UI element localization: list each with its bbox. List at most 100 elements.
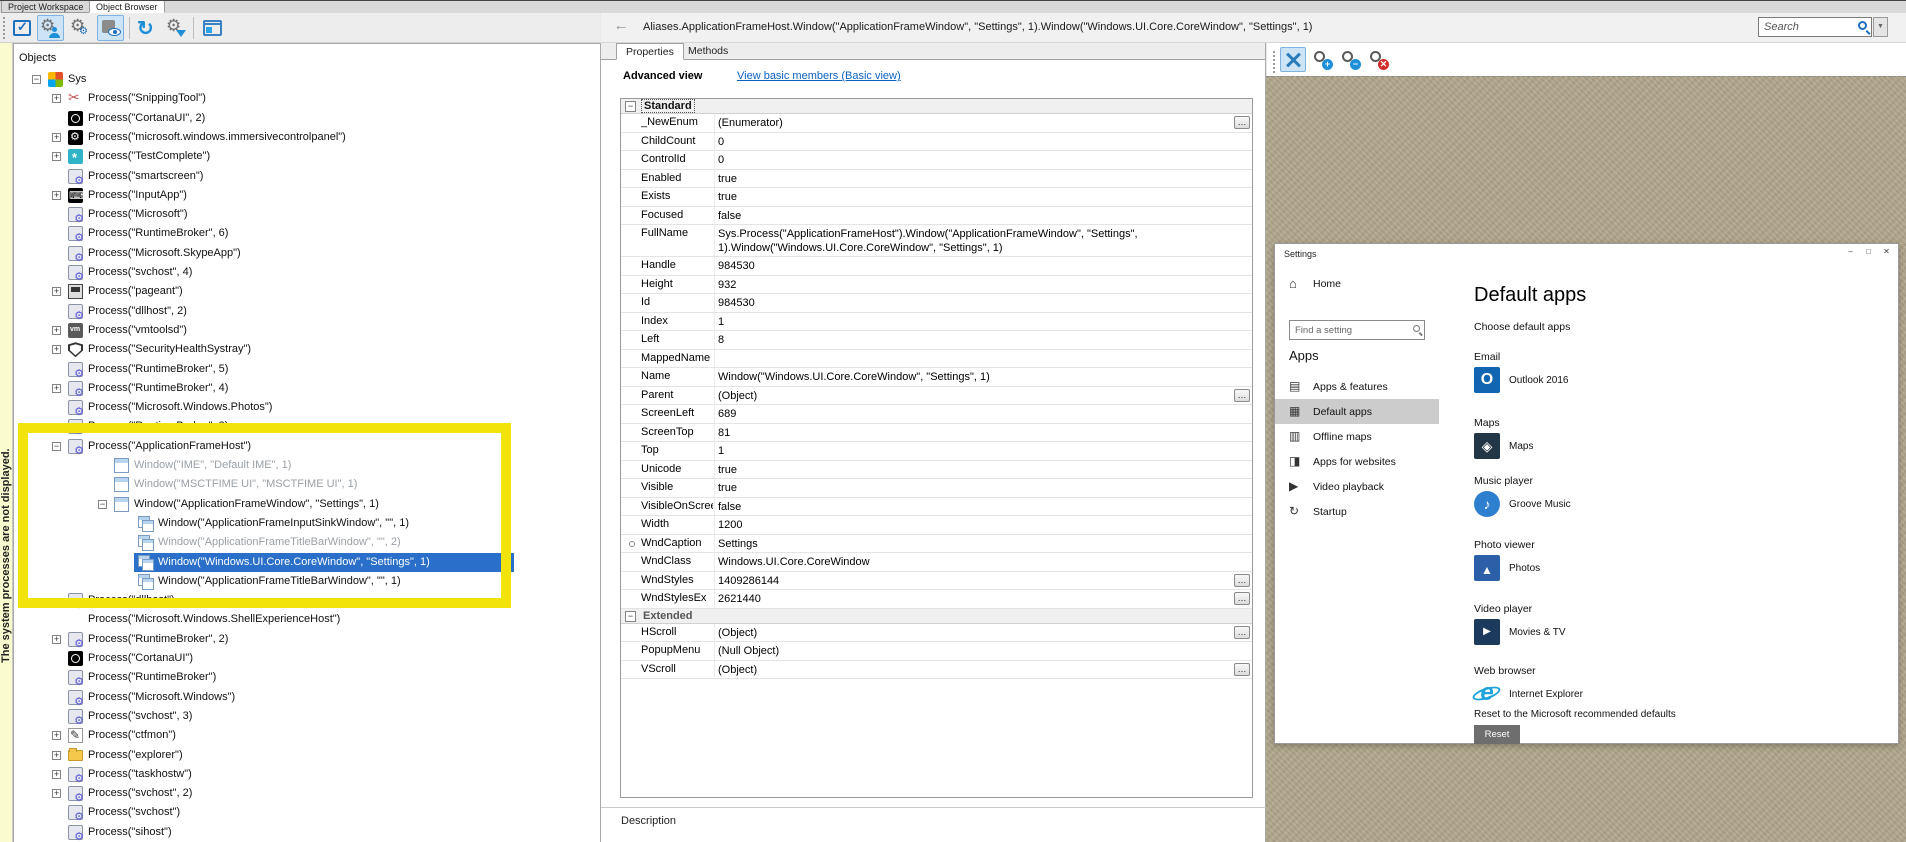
tree-item[interactable]: Process("smartscreen") bbox=[14, 167, 600, 187]
tree-item[interactable]: + Process("InputApp") bbox=[14, 186, 600, 206]
property-row[interactable]: MappedName bbox=[621, 349, 1252, 368]
tree-item[interactable]: + Process("explorer") bbox=[14, 746, 600, 766]
collapse-icon[interactable]: − bbox=[52, 441, 61, 451]
property-row[interactable]: Parent (Object)… bbox=[621, 386, 1252, 405]
property-row[interactable]: Handle 984530 bbox=[621, 257, 1252, 276]
tab-properties[interactable]: Properties bbox=[616, 43, 684, 60]
description-section-label[interactable]: Description bbox=[621, 815, 676, 827]
tree-item[interactable]: − Window("ApplicationFrameWindow", "Setti… bbox=[14, 495, 600, 515]
property-row[interactable]: WndStyles 1409286144… bbox=[621, 571, 1252, 590]
tree-item[interactable]: Window("MSCTFIME UI", "MSCTFIME UI", 1) bbox=[14, 475, 600, 495]
tree-item[interactable]: Process("Microsoft.Windows") bbox=[14, 688, 600, 708]
property-row[interactable]: _NewEnum (Enumerator)… bbox=[621, 114, 1252, 133]
property-row[interactable]: Exists true bbox=[621, 188, 1252, 207]
tree-item[interactable]: Process("svchost", 4) bbox=[14, 263, 600, 283]
search-input[interactable]: Search bbox=[1758, 17, 1872, 37]
property-row[interactable]: WndStylesEx 2621440… bbox=[621, 590, 1252, 609]
ellipsis-button[interactable]: … bbox=[1234, 388, 1250, 402]
tree-item[interactable]: Process("CortanaUI", 2) bbox=[14, 109, 600, 129]
property-row[interactable]: Left 8 bbox=[621, 331, 1252, 350]
tab-object-browser[interactable]: Object Browser bbox=[89, 1, 165, 13]
property-row[interactable]: Id 984530 bbox=[621, 294, 1252, 313]
property-row[interactable]: Index 1 bbox=[621, 312, 1252, 331]
tree-item[interactable]: + Process("SecurityHealthSystray") bbox=[14, 340, 600, 360]
property-row[interactable]: ChildCount 0 bbox=[621, 132, 1252, 151]
property-row[interactable]: PopupMenu (Null Object) bbox=[621, 642, 1252, 661]
tree-item[interactable]: + Process("taskhostw") bbox=[14, 765, 600, 785]
refresh-button[interactable]: ↻ bbox=[134, 15, 161, 41]
expand-icon[interactable]: + bbox=[52, 132, 61, 142]
expand-icon[interactable]: + bbox=[52, 750, 61, 760]
expand-icon[interactable]: + bbox=[52, 345, 61, 355]
expand-icon[interactable]: + bbox=[52, 769, 61, 779]
tree-item[interactable]: Process("sihost") bbox=[14, 823, 600, 842]
tree-item[interactable]: + Process("microsoft.windows.immersivecon… bbox=[14, 128, 600, 148]
tree-item[interactable]: Process("Microsoft") bbox=[14, 205, 600, 225]
property-row[interactable]: Focused false bbox=[621, 206, 1252, 225]
show-panel-button[interactable] bbox=[198, 15, 225, 41]
zoom-disable-button[interactable]: ✕ bbox=[1365, 47, 1391, 72]
tree-item[interactable]: Process("RuntimeBroker", 5) bbox=[14, 360, 600, 380]
property-row[interactable]: Width 1200 bbox=[621, 516, 1252, 535]
property-row[interactable]: Name Window("Windows.UI.Core.CoreWindow",… bbox=[621, 368, 1252, 387]
tree-item[interactable]: + Process("RuntimeBroker", 4) bbox=[14, 379, 600, 399]
expand-icon[interactable]: + bbox=[52, 383, 61, 393]
tree-item[interactable]: Window("ApplicationFrameInputSinkWindow"… bbox=[14, 514, 600, 534]
ellipsis-button[interactable]: … bbox=[1234, 573, 1250, 587]
property-row[interactable]: Top 1 bbox=[621, 442, 1252, 461]
tree-item[interactable]: Process("dllhost") bbox=[14, 591, 600, 611]
collapse-icon[interactable]: − bbox=[98, 499, 107, 509]
tree-item[interactable]: + Process("vmtoolsd") bbox=[14, 321, 600, 341]
tree-item[interactable]: + Process("TestComplete") bbox=[14, 147, 600, 167]
tree-item[interactable]: + Process("SnippingTool") bbox=[14, 89, 600, 109]
property-row[interactable]: Visible true bbox=[621, 479, 1252, 498]
tree-item[interactable]: Process("svchost") bbox=[14, 803, 600, 823]
expand-icon[interactable]: + bbox=[52, 789, 61, 799]
tree-item[interactable]: + Process("pageant") bbox=[14, 282, 600, 302]
property-row[interactable]: Height 932 bbox=[621, 275, 1252, 294]
tree-item[interactable]: Window("ApplicationFrameTitleBarWindow",… bbox=[14, 533, 600, 553]
tree-item[interactable]: − Process("ApplicationFrameHost") bbox=[14, 437, 600, 457]
property-row[interactable]: ScreenLeft 689 bbox=[621, 405, 1252, 424]
show-services-button[interactable]: ⚙ ⚙ bbox=[66, 15, 93, 41]
tab-project-workspace[interactable]: Project Workspace bbox=[1, 1, 91, 13]
collapse-icon[interactable]: − bbox=[32, 75, 41, 84]
highlight-object-button[interactable] bbox=[8, 15, 35, 41]
basic-view-link[interactable]: View basic members (Basic view) bbox=[737, 70, 901, 82]
tree-item[interactable]: Process("RuntimeBroker") bbox=[14, 668, 600, 688]
ellipsis-button[interactable]: … bbox=[1234, 662, 1250, 676]
preview-toolbar-grip[interactable] bbox=[1272, 51, 1276, 73]
ellipsis-button[interactable]: … bbox=[1234, 592, 1250, 605]
property-group-header[interactable]: − Extended bbox=[621, 608, 1252, 624]
ellipsis-button[interactable]: … bbox=[1234, 116, 1250, 129]
property-row[interactable]: ControlId 0 bbox=[621, 151, 1252, 170]
expand-icon[interactable]: + bbox=[52, 325, 61, 335]
tab-methods[interactable]: Methods bbox=[679, 43, 737, 60]
expand-icon[interactable]: + bbox=[52, 731, 61, 741]
zoom-out-button[interactable]: − bbox=[1337, 47, 1363, 72]
tree-item[interactable]: Process("svchost", 3) bbox=[14, 707, 600, 727]
expand-icon[interactable]: + bbox=[52, 190, 61, 200]
tree-item[interactable]: Process("RuntimeBroker", 6) bbox=[14, 224, 600, 244]
tree-item[interactable]: Process("Microsoft.Windows.Photos") bbox=[14, 398, 600, 418]
tree-item[interactable]: + Process("svchost", 2) bbox=[14, 784, 600, 804]
expand-icon[interactable]: + bbox=[52, 152, 61, 162]
tree-item[interactable]: Process("dllhost", 2) bbox=[14, 302, 600, 322]
search-options-dropdown[interactable]: ▼ bbox=[1873, 17, 1888, 37]
tree-item[interactable]: Process("CortanaUI") bbox=[14, 649, 600, 669]
tree-item[interactable]: Process("RuntimeBroker", 3) bbox=[14, 417, 600, 437]
zoom-in-button[interactable]: + bbox=[1309, 47, 1335, 72]
ellipsis-button[interactable]: … bbox=[1234, 625, 1250, 639]
tree-item[interactable]: Window("Windows.UI.Core.CoreWindow", "Se… bbox=[14, 552, 600, 573]
collapse-icon[interactable]: − bbox=[625, 610, 636, 622]
toolbar-grip[interactable] bbox=[2, 17, 6, 39]
property-row[interactable]: WndClass Windows.UI.Core.CoreWindow bbox=[621, 553, 1252, 572]
property-row[interactable]: Enabled true bbox=[621, 169, 1252, 188]
tree-item[interactable]: Window("ApplicationFrameTitleBarWindow",… bbox=[14, 572, 600, 592]
fit-to-window-button[interactable] bbox=[1280, 47, 1306, 72]
property-group-header[interactable]: − Standard bbox=[621, 99, 1252, 114]
property-row[interactable]: HScroll (Object)… bbox=[621, 623, 1252, 642]
property-row[interactable]: ScreenTop 81 bbox=[621, 423, 1252, 442]
expand-icon[interactable]: + bbox=[52, 94, 61, 104]
tree-item[interactable]: − Sys bbox=[14, 70, 600, 90]
